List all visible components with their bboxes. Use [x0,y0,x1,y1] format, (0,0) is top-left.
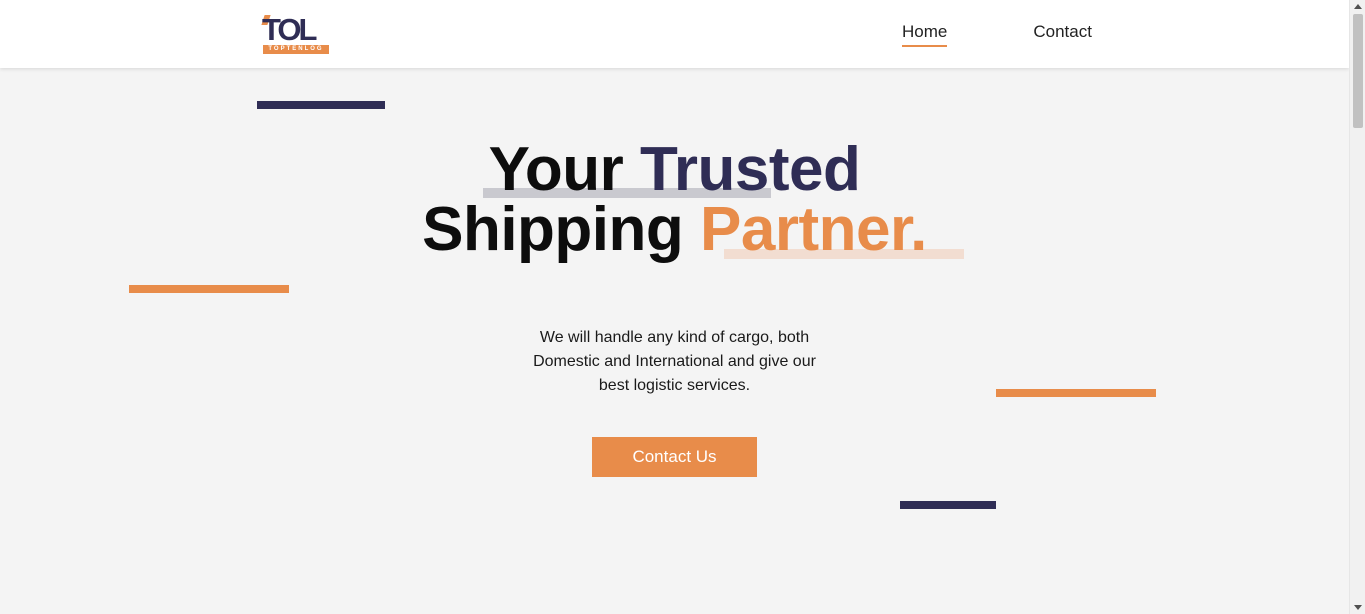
scroll-up-arrow-icon[interactable] [1354,4,1362,9]
hero-subtitle: We will handle any kind of cargo, both D… [0,326,1349,398]
hero-subtitle-line-3: best logistic services. [598,377,751,394]
nav-contact[interactable]: Contact [1033,22,1092,47]
site-header: TOL TOPTENLOG Home Contact [0,0,1349,68]
hero-subtitle-line-1: We will handle any kind of cargo, both [539,329,810,346]
decor-bar-navy-top [257,101,385,109]
decor-bar-navy-bottom [900,501,996,509]
hero-title-word-your: Your [488,135,624,204]
main-nav: Home Contact [902,22,1092,47]
page-scrollbar[interactable] [1349,0,1365,614]
hero-title: Your Trusted Shipping Partner. [0,139,1349,261]
page: TOL TOPTENLOG Home Contact Your Trusted … [0,0,1365,614]
scroll-down-arrow-icon[interactable] [1354,605,1362,610]
hero-title-line-2: Shipping Partner. [0,199,1349,261]
hero-subtitle-line-2: Domestic and International and give our [533,353,816,370]
hero-title-word-trusted: Trusted [639,135,861,204]
hero-title-word-partner: Partner. [700,195,927,264]
nav-home[interactable]: Home [902,22,948,47]
decor-bar-orange-left [129,285,289,293]
logo-subtext: TOPTENLOG [263,45,329,54]
contact-us-button[interactable]: Contact Us [592,437,757,477]
logo-link[interactable]: TOL TOPTENLOG [261,12,330,54]
scrollbar-thumb[interactable] [1353,14,1363,128]
logo-mark: TOL [262,12,317,47]
hero-title-word-shipping: Shipping [422,195,684,264]
hero-title-line-1: Your Trusted [0,139,1349,201]
